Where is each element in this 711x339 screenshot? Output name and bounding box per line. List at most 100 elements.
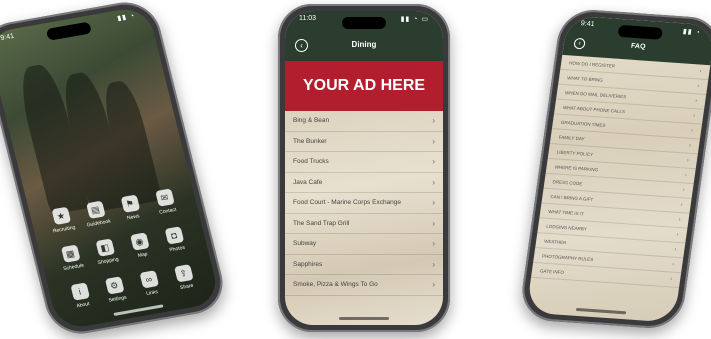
dining-screen: 11:03 ▮▮ ◔ ▭ ‹ Dining YOUR AD HERE Bing … (285, 11, 443, 325)
center-phone: 11:03 ▮▮ ◔ ▭ ‹ Dining YOUR AD HERE Bing … (278, 4, 450, 332)
grid-item[interactable]: ⚑ News (111, 193, 152, 223)
gear-icon: ⚙ (104, 276, 125, 295)
grid-item[interactable]: ⇪ Share (164, 263, 205, 293)
calendar-icon: ▦ (60, 244, 81, 263)
status-time: 9:41 (0, 32, 15, 43)
star-icon: ★ (51, 206, 71, 226)
status-bar: 11:03 ▮▮ ◔ ▭ (299, 15, 429, 29)
share-icon: ⇪ (173, 264, 194, 283)
grid-item[interactable]: ◉ Map (120, 231, 161, 261)
grid-item-label: Schedule (62, 262, 85, 273)
chevron-right-icon: › (432, 259, 435, 269)
left-phone: 9:41 ▮▮ ◔ ★ Recruiting ▤ Guidebook ⚑ News ✉… (0, 0, 230, 339)
list-item[interactable]: Java Cafe › (285, 173, 443, 193)
grid-item-label: Photos (168, 244, 186, 254)
ad-banner[interactable]: YOUR AD HERE (285, 61, 443, 111)
grid-item[interactable]: ▦ Schedule (51, 243, 92, 273)
chevron-right-icon: › (669, 276, 673, 283)
list-item-label: WEATHER (543, 238, 567, 245)
grid-item-label: Guidebook (86, 218, 112, 229)
app-header: 11:03 ▮▮ ◔ ▭ ‹ Dining (285, 11, 443, 61)
chevron-right-icon: › (673, 246, 677, 253)
list-item-label: Food Court - Marine Corps Exchange (293, 199, 402, 207)
chat-icon: ✉ (154, 188, 175, 207)
grid-item[interactable]: ⚙ Settings (95, 275, 136, 305)
list-item[interactable]: The Sand Trap Grill › (285, 214, 443, 234)
home-indicator (113, 304, 164, 316)
list-item[interactable]: Subway › (285, 234, 443, 255)
grid-item[interactable]: ∞ Links (130, 269, 171, 299)
chevron-right-icon: › (696, 83, 700, 90)
list-item[interactable]: Food Court - Marine Corps Exchange › (285, 193, 443, 214)
list-item-label: The Bunker (293, 137, 327, 145)
signal-icon: ▮▮ ◔ (116, 12, 137, 23)
home-screen: 9:41 ▮▮ ◔ ★ Recruiting ▤ Guidebook ⚑ News ✉… (0, 5, 221, 331)
list-item[interactable]: Bing & Bean › (285, 111, 443, 132)
list-item-label: GATE INFO (539, 267, 565, 275)
grid-item-label: News (126, 213, 141, 222)
flag-icon: ⚑ (120, 194, 140, 213)
book-icon: ▤ (85, 200, 106, 220)
faq-screen: 9:41 ▮▮ ◔ ‹ FAQ HOW DO I REGISTER › WHAT … (526, 15, 711, 323)
grid-item-label: Links (145, 289, 159, 297)
list-item-label: Food Trucks (293, 158, 329, 166)
chevron-right-icon: › (432, 198, 435, 208)
grid-item-label: Map (137, 251, 149, 259)
list-item[interactable]: Food Trucks › (285, 152, 443, 173)
grid-item-label: Shopping (97, 256, 120, 267)
status-time: 11:03 (299, 15, 316, 22)
grid-item[interactable]: ◧ Shopping (86, 237, 127, 267)
status-time: 9:41 (580, 20, 595, 29)
grid-item[interactable]: ▤ Guidebook (76, 199, 117, 229)
chevron-right-icon: › (671, 261, 675, 268)
list-item[interactable]: Sapphires › (285, 255, 443, 275)
chevron-right-icon: › (432, 239, 435, 249)
chevron-right-icon: › (690, 127, 694, 135)
chevron-right-icon: › (684, 172, 688, 179)
chevron-right-icon: › (686, 157, 690, 164)
map-icon: ◉ (129, 232, 150, 251)
info-icon: i (69, 282, 90, 301)
home-indicator (339, 317, 389, 320)
list-item[interactable]: The Bunker › (285, 132, 443, 152)
chevron-right-icon: › (678, 217, 681, 224)
grid-item[interactable]: ◘ Photos (155, 225, 196, 255)
list-item-label: DRESS CODE (552, 178, 583, 186)
grid-item-label: Contact (158, 206, 178, 216)
chevron-right-icon: › (432, 136, 435, 146)
grid-item[interactable]: ✉ Contact (145, 187, 186, 217)
list-item-label: PHOTOGRAPHY RULES (541, 253, 594, 262)
grid-item-label: About (75, 301, 91, 310)
chevron-right-icon: › (675, 231, 679, 238)
camera-icon: ◘ (164, 226, 184, 245)
list-item-label: Smoke, Pizza & Wings To Go (293, 281, 378, 289)
grid-item[interactable]: i About (61, 281, 102, 311)
chevron-right-icon: › (692, 113, 696, 120)
signal-icon: ▮▮ ◔ (682, 28, 702, 37)
status-bar: 9:41 ▮▮ ◔ (0, 12, 137, 49)
dining-list: Bing & Bean › The Bunker › Food Trucks › Ja… (285, 111, 443, 296)
grid-item-label: Recruiting (52, 224, 77, 235)
shop-icon: ◧ (95, 238, 115, 257)
home-indicator (575, 307, 627, 315)
right-phone: 9:41 ▮▮ ◔ ‹ FAQ HOW DO I REGISTER › WHAT … (518, 7, 711, 331)
chevron-right-icon: › (680, 202, 683, 209)
list-item-label: WHAT ABOUT PHONE CALLS (562, 104, 626, 114)
list-item-label: The Sand Trap Grill (293, 219, 350, 227)
list-item-label: HOW DO I REGISTER (568, 59, 616, 69)
list-item-label: WHAT TIME IS IT (548, 208, 585, 216)
grid-item[interactable]: ★ Recruiting (42, 205, 83, 235)
chevron-right-icon: › (432, 280, 435, 290)
list-item[interactable]: Smoke, Pizza & Wings To Go › (285, 275, 443, 296)
list-item-label: WHEN DO MAIL DELIVERIES (564, 89, 627, 99)
list-item-label: LODGING NEARBY (546, 223, 588, 232)
chevron-right-icon: › (432, 218, 435, 228)
chevron-right-icon: › (432, 177, 435, 187)
status-bar: 9:41 ▮▮ ◔ (579, 20, 701, 42)
faq-list: HOW DO I REGISTER › WHAT TO BRING › WHEN D… (530, 54, 711, 289)
chevron-right-icon: › (688, 142, 692, 149)
page-title: Dining (351, 40, 377, 49)
chevron-right-icon: › (682, 187, 686, 194)
list-item-label: WHAT TO BRING (566, 74, 604, 83)
chevron-right-icon: › (698, 68, 702, 75)
